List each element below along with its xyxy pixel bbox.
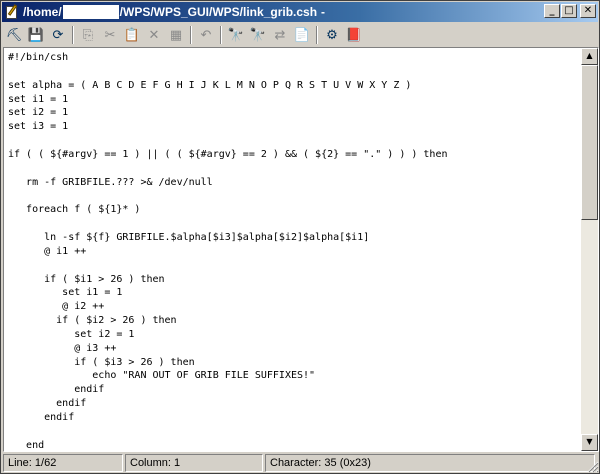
vertical-scrollbar[interactable]: ▲ ▼ (581, 48, 598, 451)
delete-icon[interactable]: ✕ (143, 25, 165, 45)
status-line: Line: 1/62 (3, 454, 123, 472)
settings-icon[interactable]: ⚙ (321, 25, 343, 45)
replace-icon[interactable]: ⇄ (269, 25, 291, 45)
code-line: if ( $i2 > 26 ) then (8, 315, 177, 327)
window-controls: _ □ ✕ (543, 4, 596, 18)
find-icon[interactable]: 🔭 (225, 25, 247, 45)
title-tail: - (321, 5, 326, 19)
window-title: /home/ /WPS/WPS_GUI/WPS/link_grib.csh - (23, 5, 325, 19)
code-line: ln -sf ${f} GRIBFILE.$alpha[$i3]$alpha[$… (8, 231, 370, 243)
code-line: endif (8, 398, 87, 410)
redacted-username (62, 5, 119, 19)
paste-icon[interactable]: 📋 (121, 25, 143, 45)
title-prefix: /home/ (23, 5, 62, 19)
code-line: set i2 = 1 (8, 328, 135, 340)
scroll-down-button[interactable]: ▼ (581, 434, 598, 451)
toolbar-separator (220, 26, 222, 44)
help-icon[interactable]: 📕 (343, 25, 365, 45)
code-line: set i1 = 1 (8, 287, 123, 299)
select-all-icon[interactable]: ▦ (165, 25, 187, 45)
scroll-up-button[interactable]: ▲ (581, 48, 598, 65)
code-line: set i3 = 1 (8, 121, 69, 133)
notepad-icon[interactable] (4, 4, 20, 20)
status-character: Character: 35 (0x23) (265, 454, 595, 472)
toolbar-separator (316, 26, 318, 44)
editor-window: /home/ /WPS/WPS_GUI/WPS/link_grib.csh - … (0, 0, 600, 474)
close-button[interactable]: ✕ (580, 4, 596, 18)
goto-icon[interactable]: 📄 (291, 25, 313, 45)
code-line: @ i3 ++ (8, 342, 117, 354)
code-line: @ i2 ++ (8, 301, 105, 313)
code-line: echo "RAN OUT OF GRIB FILE SUFFIXES!" (8, 370, 316, 382)
title-bar[interactable]: /home/ /WPS/WPS_GUI/WPS/link_grib.csh - … (2, 2, 598, 22)
toolbar-separator (72, 26, 74, 44)
code-line: foreach f ( ${1}* ) (8, 204, 141, 216)
maximize-button[interactable]: □ (561, 4, 577, 18)
code-area[interactable]: #!/bin/csh set alpha = ( A B C D E F G H … (8, 51, 578, 449)
save-icon[interactable]: 💾 (25, 25, 47, 45)
code-line: if ( $i3 > 26 ) then (8, 356, 195, 368)
copy-icon[interactable]: ⎘ (77, 25, 99, 45)
toolbar-separator (190, 26, 192, 44)
tool-icon[interactable]: ⛏ (3, 25, 25, 45)
resize-grip-icon[interactable] (585, 459, 599, 473)
status-column: Column: 1 (125, 454, 263, 472)
find-next-icon[interactable]: 🔭 (247, 25, 269, 45)
code-line: if ( ( ${#argv} == 1 ) || ( ( ${#argv} =… (8, 148, 448, 160)
code-line: set alpha = ( A B C D E F G H I J K L M … (8, 79, 412, 91)
reload-icon[interactable]: ⟳ (47, 25, 69, 45)
cut-icon[interactable]: ✂ (99, 25, 121, 45)
code-line: endif (8, 384, 105, 396)
code-line: set i2 = 1 (8, 107, 69, 119)
undo-icon[interactable]: ↶ (195, 25, 217, 45)
scroll-thumb[interactable] (581, 65, 598, 220)
status-bar: Line: 1/62 Column: 1 Character: 35 (0x23… (3, 454, 599, 473)
toolbar: ⛏ 💾 ⟳ ⎘ ✂ 📋 ✕ ▦ ↶ 🔭 🔭 ⇄ 📄 ⚙ 📕 (3, 24, 599, 46)
code-line: endif (8, 411, 75, 423)
code-line: #!/bin/csh (8, 52, 69, 63)
text-editor[interactable]: #!/bin/csh set alpha = ( A B C D E F G H … (3, 47, 599, 452)
code-line: set i1 = 1 (8, 93, 69, 105)
code-line: rm -f GRIBFILE.??? >& /dev/null (8, 176, 213, 188)
code-line: @ i1 ++ (8, 245, 87, 257)
title-path: /WPS/WPS_GUI/WPS/link_grib.csh (119, 5, 318, 19)
code-line: end (8, 439, 45, 449)
minimize-button[interactable]: _ (544, 4, 560, 18)
code-line: if ( $i1 > 26 ) then (8, 273, 165, 285)
